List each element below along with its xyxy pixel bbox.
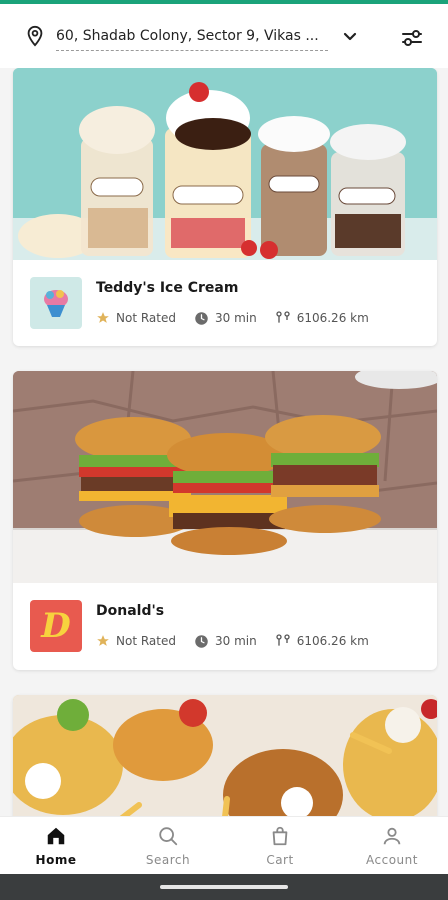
nav-cart[interactable]: Cart	[224, 817, 336, 875]
star-icon	[97, 312, 109, 323]
clock-icon	[195, 311, 208, 325]
nav-search[interactable]: Search	[112, 817, 224, 875]
account-icon	[383, 827, 401, 845]
nav-label: Home	[35, 853, 77, 867]
nav-label: Cart	[266, 853, 294, 867]
restaurant-info: D Donald's Not Rated 30 min 6106.26 km	[13, 583, 437, 669]
fried-chicken-platter-photo	[13, 695, 437, 816]
restaurant-meta: Not Rated 30 min 6106.26 km	[96, 310, 387, 326]
ice-cream-sundaes-photo	[13, 68, 437, 260]
header: 60, Shadab Colony, Sector 9, Vikas ...	[0, 4, 448, 68]
donalds-d-logo: D	[30, 600, 82, 652]
donalds-logo-letter: D	[41, 606, 71, 646]
delivery-time: 30 min	[214, 634, 257, 648]
home-icon	[47, 827, 65, 845]
home-gesture-pill[interactable]	[160, 885, 288, 889]
chevron-down-icon[interactable]	[342, 28, 358, 44]
restaurant-card[interactable]: D Donald's Not Rated 30 min 6106.26 km	[13, 371, 437, 670]
burgers-photo	[13, 371, 437, 583]
filter-sliders-icon[interactable]	[400, 26, 424, 50]
search-icon	[159, 827, 178, 846]
bottom-navigation: Home Search Cart Account	[0, 816, 448, 874]
nav-home[interactable]: Home	[0, 817, 112, 875]
system-navigation-bar	[0, 874, 448, 900]
delivery-time: 30 min	[214, 311, 257, 325]
delivery-address[interactable]: 60, Shadab Colony, Sector 9, Vikas ...	[56, 28, 328, 51]
rating-text: Not Rated	[116, 634, 176, 648]
nav-account[interactable]: Account	[336, 817, 448, 875]
location-pin-icon[interactable]	[24, 25, 46, 47]
restaurant-card[interactable]: Teddy's Ice Cream Not Rated 30 min 6106.…	[13, 68, 437, 346]
route-icon	[276, 311, 290, 323]
rating-text: Not Rated	[116, 311, 176, 325]
nav-label: Search	[145, 853, 191, 867]
ice-cream-logo	[30, 277, 82, 329]
cart-icon	[272, 826, 288, 846]
nav-label: Account	[366, 853, 418, 867]
restaurant-card[interactable]	[13, 695, 437, 816]
restaurant-name[interactable]: Teddy's Ice Cream	[96, 280, 238, 296]
star-icon	[97, 635, 109, 646]
restaurant-feed[interactable]: Teddy's Ice Cream Not Rated 30 min 6106.…	[0, 68, 448, 816]
route-icon	[276, 634, 290, 646]
restaurant-meta: Not Rated 30 min 6106.26 km	[96, 633, 387, 649]
restaurant-name[interactable]: Donald's	[96, 603, 164, 619]
distance-text: 6106.26 km	[296, 634, 369, 648]
clock-icon	[195, 634, 208, 648]
distance-text: 6106.26 km	[296, 311, 369, 325]
restaurant-info: Teddy's Ice Cream Not Rated 30 min 6106.…	[13, 260, 437, 346]
